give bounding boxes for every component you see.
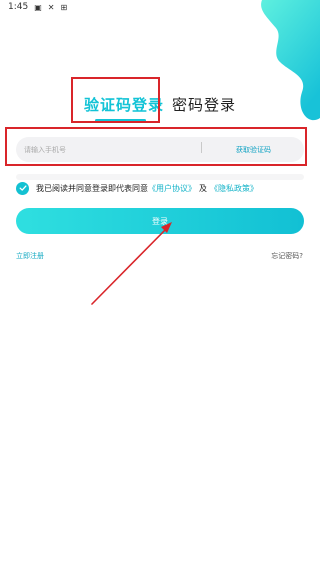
annotation-arrow [91, 222, 172, 305]
